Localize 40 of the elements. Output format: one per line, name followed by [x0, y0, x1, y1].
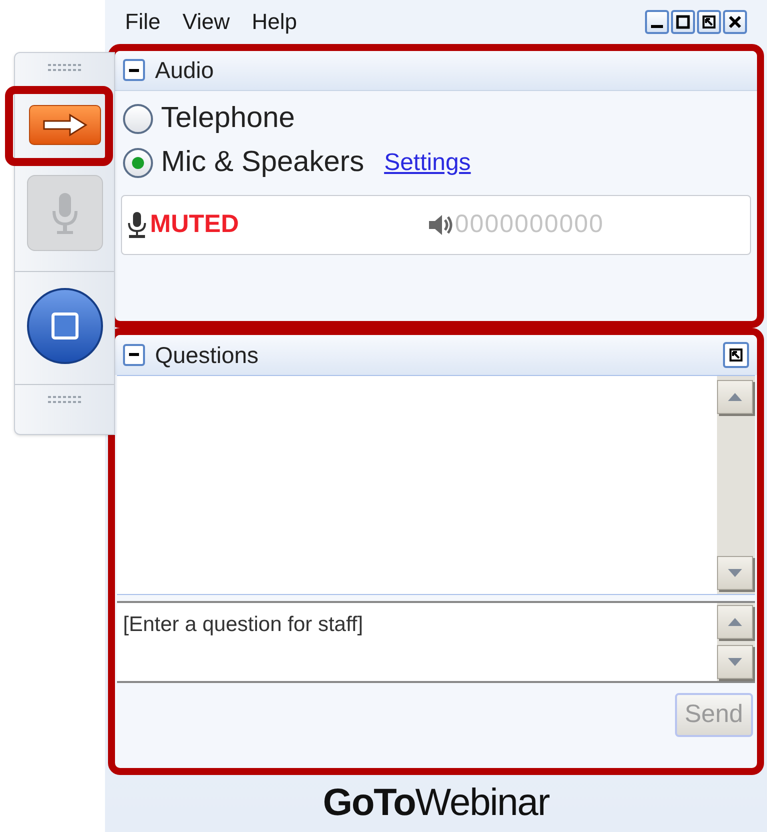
down-triangle-icon [727, 656, 743, 667]
question-input[interactable]: [Enter a question for staff] [117, 600, 717, 683]
down-triangle-icon [727, 568, 743, 578]
minimize-icon [651, 25, 663, 28]
close-button[interactable] [723, 10, 747, 34]
microphone-icon [126, 210, 148, 239]
radio-button[interactable] [123, 148, 153, 178]
volume-meter: 0000000000 [454, 208, 604, 240]
logo: GoToWebinar [322, 780, 550, 826]
radio-button[interactable] [123, 104, 153, 134]
up-triangle-icon [727, 392, 743, 402]
up-triangle-icon [727, 616, 743, 627]
popout-icon [729, 348, 743, 362]
collapse-button[interactable] [123, 59, 145, 82]
mute-status: MUTED [150, 208, 239, 240]
minimize-button[interactable] [645, 10, 669, 34]
menu-item[interactable]: View [182, 5, 230, 38]
microphone-icon [50, 191, 78, 235]
popout-icon [702, 14, 716, 29]
scroll-down-button[interactable] [717, 644, 753, 679]
scrollbar[interactable] [717, 376, 755, 594]
maximize-icon [676, 14, 690, 29]
panel-title: Audio [155, 56, 214, 85]
popout-button[interactable] [723, 342, 749, 368]
menu-item[interactable]: File [125, 5, 160, 38]
scroll-up-button[interactable] [717, 380, 753, 414]
panel-title: Questions [155, 340, 259, 370]
scroll-up-button[interactable] [717, 604, 753, 639]
arrow-button[interactable] [28, 105, 100, 145]
restore-button[interactable] [697, 10, 721, 34]
settings-link[interactable]: Settings [384, 144, 471, 181]
radio-label: Telephone [161, 100, 295, 136]
radio-label: Mic & Speakers [161, 144, 364, 180]
scroll-down-button[interactable] [717, 556, 753, 590]
maximize-button[interactable] [671, 10, 695, 34]
menu-item[interactable]: Help [252, 5, 297, 38]
speaker-icon [426, 212, 455, 237]
square-icon [50, 311, 80, 341]
collapse-button[interactable] [123, 344, 145, 366]
close-icon [728, 14, 742, 29]
